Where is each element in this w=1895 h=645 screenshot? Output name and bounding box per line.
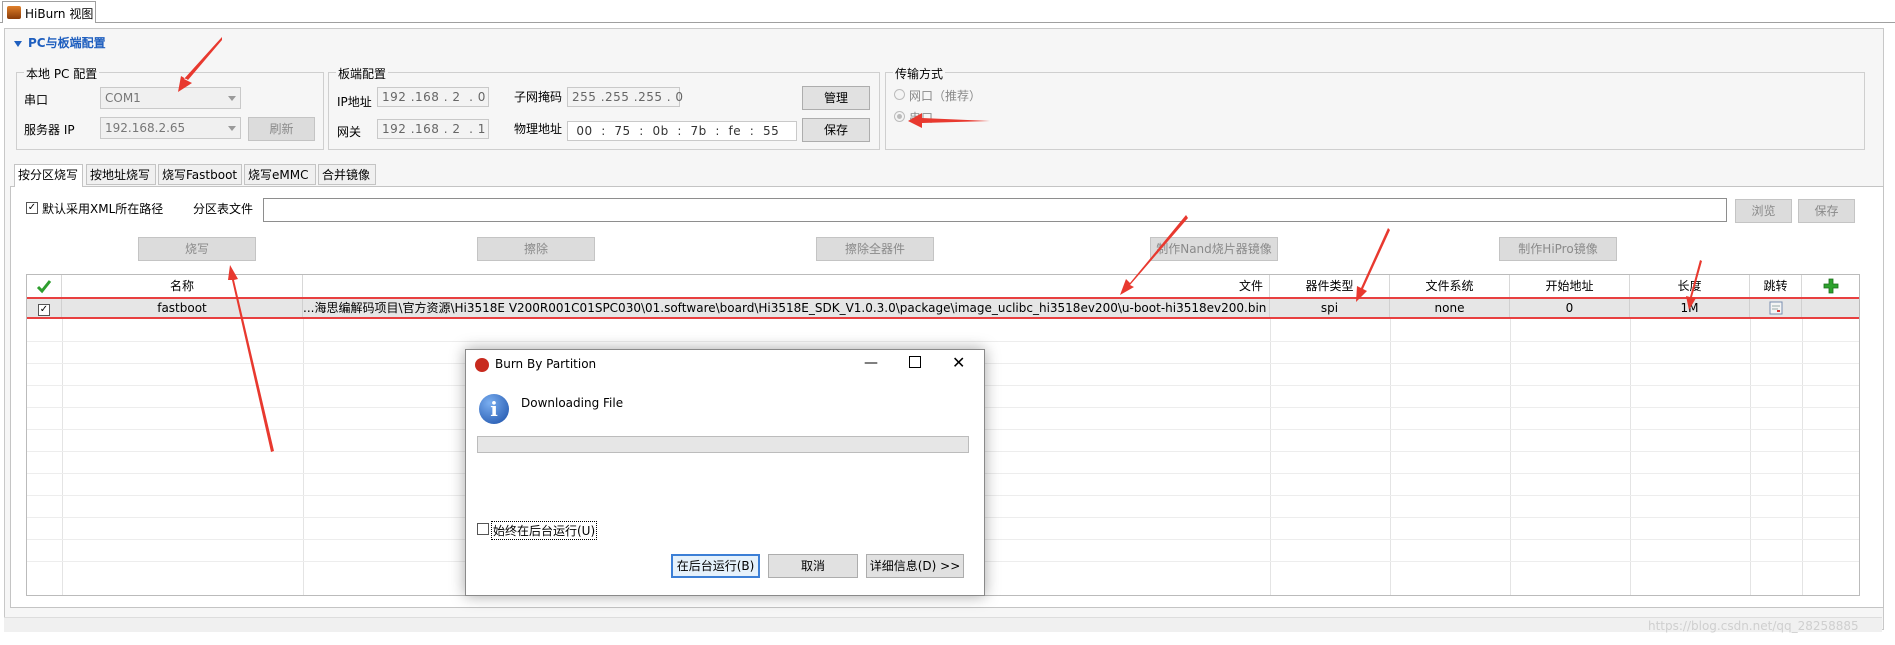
local-pc-group-label: 本地 PC 配置	[24, 65, 100, 82]
mac-address-field[interactable]: 00 : 75 : 0b : 7b : fe : 55	[567, 121, 797, 141]
header-name: 名称	[62, 275, 303, 297]
cancel-button[interactable]: 取消	[768, 554, 858, 578]
table-row[interactable]: ✓ fastboot ...海思编解码项目\官方资源\Hi3518E V200R…	[27, 297, 1859, 319]
chevron-down-icon	[228, 126, 236, 131]
details-button[interactable]: 详细信息(D) >>	[866, 554, 964, 578]
serial-port-value: COM1	[105, 91, 141, 105]
row-file-system-cell[interactable]: none	[1390, 299, 1510, 317]
erase-button[interactable]: 擦除	[477, 237, 595, 261]
network-port-radio[interactable]	[894, 89, 905, 100]
tab-burn-by-partition[interactable]: 按分区烧写	[14, 164, 83, 187]
transfer-mode-group	[885, 72, 1865, 150]
row-start-address-cell[interactable]: 0	[1510, 299, 1630, 317]
ip-address-field[interactable]: 192 .168 . 2 . 0	[377, 87, 489, 107]
manage-button[interactable]: 管理	[802, 86, 870, 110]
burn-by-partition-dialog: Burn By Partition — ✕ i Downloading File…	[465, 349, 985, 596]
header-file: 文件	[303, 275, 1270, 297]
hiburn-app-icon	[7, 6, 21, 19]
server-ip-combo[interactable]: 192.168.2.65	[100, 117, 241, 139]
green-check-icon	[36, 280, 52, 294]
run-background-button[interactable]: 在后台运行(B)	[671, 554, 760, 578]
server-ip-label: 服务器 IP	[24, 123, 75, 137]
header-jump: 跳转	[1750, 275, 1802, 297]
partition-file-label: 分区表文件	[193, 202, 254, 216]
row-name-cell: fastboot	[62, 299, 303, 317]
ip-address-label: IP地址	[337, 95, 372, 109]
row-file-cell[interactable]: ...海思编解码项目\官方资源\Hi3518E V200R001C01SPC03…	[303, 299, 1270, 317]
maximize-icon[interactable]	[909, 356, 921, 368]
gateway-field[interactable]: 192 .168 . 2 . 1	[377, 119, 489, 139]
header-file-system: 文件系统	[1390, 275, 1510, 297]
section-header[interactable]: PC与板端配置	[14, 34, 106, 51]
use-xml-path-checkbox[interactable]: ✓	[26, 202, 38, 214]
server-ip-value: 192.168.2.65	[105, 121, 186, 135]
horizontal-scrollbar[interactable]	[4, 617, 1882, 632]
use-xml-path-label: 默认采用XML所在路径	[42, 202, 164, 216]
erase-all-button[interactable]: 擦除全器件	[816, 237, 934, 261]
close-icon[interactable]: ✕	[952, 353, 965, 372]
col-divider	[303, 275, 304, 595]
row-device-type-cell[interactable]: spi	[1270, 299, 1390, 317]
always-background-label: 始终在后台运行(U)	[491, 521, 598, 540]
gateway-label: 网关	[337, 125, 362, 139]
hiburn-title-icon	[475, 358, 489, 372]
row-checkbox[interactable]: ✓	[38, 304, 50, 316]
serial-port-combo[interactable]: COM1	[100, 87, 241, 109]
col-divider	[1750, 275, 1751, 595]
mac-address-label: 物理地址	[514, 122, 563, 136]
collapse-triangle-icon[interactable]	[14, 40, 22, 47]
refresh-button[interactable]: 刷新	[248, 117, 315, 141]
partition-save-button[interactable]: 保存	[1798, 199, 1855, 223]
section-title: PC与板端配置	[28, 36, 106, 50]
serial-port-option-label: 串口	[909, 111, 934, 125]
select-all-header[interactable]	[27, 275, 62, 297]
header-start-address: 开始地址	[1510, 275, 1630, 297]
always-background-checkbox[interactable]	[477, 523, 489, 535]
download-progress-bar	[477, 436, 969, 453]
board-save-button[interactable]: 保存	[802, 118, 870, 142]
add-row-header[interactable]	[1802, 275, 1859, 297]
burn-button[interactable]: 烧写	[138, 237, 256, 261]
make-hipro-image-button[interactable]: 制作HiPro镜像	[1499, 237, 1617, 261]
board-config-group-label: 板端配置	[336, 65, 389, 82]
col-divider	[62, 275, 63, 595]
col-divider	[1510, 275, 1511, 595]
tab-merge-image[interactable]: 合并镜像	[318, 164, 376, 185]
serial-port-radio[interactable]	[894, 111, 905, 122]
add-plus-icon	[1823, 278, 1838, 294]
serial-port-label: 串口	[24, 93, 49, 107]
col-divider	[1802, 275, 1803, 595]
dialog-title: Burn By Partition	[495, 357, 597, 371]
view-tab-label: HiBurn 视图	[25, 7, 94, 21]
transfer-mode-group-label: 传输方式	[893, 65, 946, 82]
row-divider	[27, 341, 1859, 342]
make-nand-image-button[interactable]: 制作Nand烧片器镜像	[1150, 237, 1278, 261]
view-tab-strip	[0, 0, 1895, 23]
watermark-text: https://blog.csdn.net/qq_28258885	[1648, 619, 1859, 633]
subnet-mask-field[interactable]: 255 .255 .255 . 0	[567, 87, 683, 107]
tab-burn-by-address[interactable]: 按地址烧写	[86, 164, 156, 185]
header-device-type: 器件类型	[1270, 275, 1390, 297]
col-divider	[1630, 275, 1631, 595]
tab-burn-fastboot[interactable]: 烧写Fastboot	[158, 164, 242, 185]
dialog-title-bar[interactable]: Burn By Partition — ✕	[466, 350, 984, 380]
header-length: 长度	[1630, 275, 1750, 297]
info-icon: i	[479, 394, 509, 424]
browse-button[interactable]: 浏览	[1735, 199, 1792, 223]
network-port-option-label: 网口（推荐）	[909, 89, 982, 103]
tab-burn-emmc[interactable]: 烧写eMMC	[244, 164, 316, 185]
table-header: 名称 文件 器件类型 文件系统 开始地址 长度 跳转	[27, 275, 1859, 298]
subnet-mask-label: 子网掩码	[514, 90, 563, 104]
hiburn-view-tab[interactable]: HiBurn 视图	[2, 1, 96, 23]
chevron-down-icon	[228, 96, 236, 101]
partition-file-input[interactable]	[263, 198, 1727, 222]
row-jump-cell[interactable]	[1750, 299, 1802, 317]
col-divider	[1270, 275, 1271, 595]
col-divider	[1390, 275, 1391, 595]
dialog-message: Downloading File	[521, 396, 624, 410]
row-length-cell[interactable]: 1M	[1630, 299, 1750, 317]
row-select-cell[interactable]: ✓	[27, 299, 62, 317]
minimize-icon[interactable]: —	[864, 355, 878, 371]
jump-file-icon[interactable]	[1769, 301, 1783, 315]
